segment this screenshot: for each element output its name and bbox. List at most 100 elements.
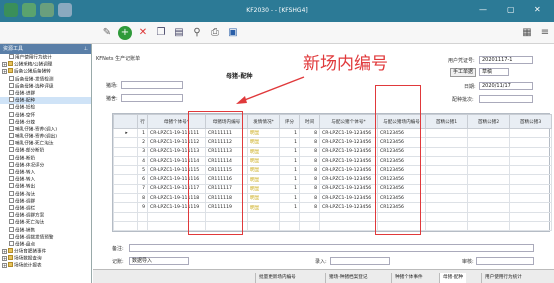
- table-row[interactable]: [113, 220, 552, 232]
- table-cell[interactable]: [509, 183, 552, 195]
- menu-icon[interactable]: ≡: [538, 26, 552, 40]
- table-row[interactable]: ▸ 1 CR-LPZC1-19-111111 CR111111 明显 1 8 CR-LPZC1…: [113, 127, 552, 139]
- sidebar-item[interactable]: 后备母猪-发情检测: [0, 75, 91, 83]
- column-header[interactable]: 行: [137, 114, 148, 129]
- sidebar-item[interactable]: 母猪-进群: [0, 89, 91, 97]
- table-row[interactable]: 2 CR-LPZC1-19-111112 CR111112 明显 1 8 CR-LPZC1-…: [113, 137, 552, 148]
- table-cell[interactable]: [509, 146, 552, 157]
- sidebar-item[interactable]: 母猪-销售: [0, 226, 91, 234]
- farm-field[interactable]: [121, 81, 183, 89]
- table-cell[interactable]: [509, 165, 552, 176]
- table-cell[interactable]: 8: [299, 202, 320, 213]
- table-cell[interactable]: [425, 183, 468, 195]
- batch-field[interactable]: [479, 95, 533, 103]
- table-cell[interactable]: [299, 220, 320, 232]
- export-icon[interactable]: ▦: [520, 26, 534, 40]
- table-cell[interactable]: CR-LPZC1-19-123456: [319, 127, 378, 139]
- user-voucher-field[interactable]: 20201117-1: [479, 56, 533, 64]
- table-cell[interactable]: [467, 202, 510, 213]
- table-cell[interactable]: [509, 127, 552, 139]
- table-cell[interactable]: 6: [137, 174, 148, 185]
- expand-icon[interactable]: +: [2, 263, 7, 269]
- table-cell[interactable]: 明显: [247, 202, 280, 213]
- manual-doc-button[interactable]: 手工单据: [450, 68, 476, 77]
- table-row[interactable]: 8 CR-LPZC1-19-111118 CR111118 明显 1 8 CR-LPZC1-…: [113, 193, 552, 204]
- sidebar-item[interactable]: 母猪-盘点: [0, 240, 91, 248]
- table-cell[interactable]: [467, 137, 510, 148]
- table-cell[interactable]: 1: [279, 146, 300, 157]
- table-cell[interactable]: 3: [137, 146, 148, 157]
- table-cell[interactable]: [247, 211, 280, 222]
- table-cell[interactable]: 8: [299, 193, 320, 204]
- delete-icon[interactable]: ✕: [136, 26, 150, 40]
- sidebar-item[interactable]: + 公猪采精/公猪调理: [0, 61, 91, 68]
- sidebar-item[interactable]: 用户使用行为统计: [0, 54, 91, 61]
- table-cell[interactable]: CR-LPZC1-19-123456: [319, 174, 378, 185]
- table-cell[interactable]: 5: [137, 165, 148, 176]
- sidebar-item[interactable]: 母猪-调拨发情预警: [0, 233, 91, 241]
- table-cell[interactable]: [467, 174, 510, 185]
- table-cell[interactable]: [319, 211, 378, 222]
- expand-icon[interactable]: +: [2, 69, 7, 75]
- table-cell[interactable]: [467, 183, 510, 195]
- tab-sow-breeding[interactable]: 母猪-配种: [439, 273, 467, 283]
- sidebar-item[interactable]: 哺乳仔猪-寄养(调入): [0, 125, 91, 133]
- table-cell[interactable]: [467, 193, 510, 204]
- table-cell[interactable]: [467, 220, 510, 232]
- table-cell[interactable]: [247, 220, 280, 232]
- sidebar-item[interactable]: 母猪-分娩: [0, 118, 91, 126]
- table-cell[interactable]: 明显: [247, 155, 280, 167]
- table-row[interactable]: 7 CR-LPZC1-19-111117 CR111117 明显 1 8 CR-LPZC1-…: [113, 183, 552, 195]
- minimize-button[interactable]: —: [479, 5, 487, 15]
- table-cell[interactable]: [137, 211, 148, 222]
- table-cell[interactable]: [425, 155, 468, 167]
- sidebar-item[interactable]: 母猪-体况评分: [0, 161, 91, 169]
- sidebar-item[interactable]: 母猪-妊检: [0, 104, 91, 111]
- table-cell[interactable]: CR-LPZC1-19-123456: [319, 146, 378, 157]
- table-cell[interactable]: 8: [299, 137, 320, 148]
- tab-breeding-register[interactable]: 猪场-种猪档案登记: [325, 273, 370, 283]
- table-cell[interactable]: 2: [137, 137, 148, 148]
- add-icon[interactable]: +: [118, 26, 132, 40]
- column-header[interactable]: 首精公猪2: [467, 114, 510, 129]
- table-cell[interactable]: 8: [137, 193, 148, 204]
- table-cell[interactable]: [467, 127, 510, 139]
- table-cell[interactable]: [509, 202, 552, 213]
- sidebar-item[interactable]: 母猪-部分断奶: [0, 147, 91, 154]
- table-cell[interactable]: 8: [299, 174, 320, 185]
- sidebar-item[interactable]: + 分场育肥猪事件: [0, 248, 91, 255]
- table-cell[interactable]: [425, 193, 468, 204]
- table-row[interactable]: 3 CR-LPZC1-19-111113 CR111113 明显 1 8 CR-LPZC1-…: [113, 146, 552, 157]
- table-cell[interactable]: [137, 220, 148, 232]
- table-cell[interactable]: 明显: [247, 174, 280, 185]
- expand-icon[interactable]: +: [2, 249, 7, 255]
- table-cell[interactable]: 7: [137, 183, 148, 195]
- sidebar-item[interactable]: 母猪-断奶: [0, 154, 91, 162]
- sidebar-item[interactable]: + 后备公猪后备猪转: [0, 68, 91, 75]
- sidebar-item[interactable]: 母猪-死亡淘汰: [0, 219, 91, 226]
- table-cell[interactable]: [425, 220, 468, 232]
- pin-icon[interactable]: ⊥: [84, 44, 88, 54]
- table-cell[interactable]: 明显: [247, 127, 280, 139]
- table-cell[interactable]: [425, 211, 468, 222]
- sidebar-item[interactable]: 母猪-调栏: [0, 204, 91, 212]
- table-cell[interactable]: 1: [279, 193, 300, 204]
- sidebar-item[interactable]: 母猪-转出: [0, 183, 91, 190]
- table-cell[interactable]: 9: [137, 202, 148, 213]
- table-cell[interactable]: 8: [299, 146, 320, 157]
- tab-batch-update[interactable]: 批量更新场内编号: [255, 273, 299, 283]
- table-cell[interactable]: [299, 211, 320, 222]
- tab-usage-stats[interactable]: 用户使用行为统计: [481, 273, 525, 283]
- table-cell[interactable]: [509, 211, 552, 222]
- column-header[interactable]: 首精公猪3: [509, 114, 552, 129]
- table-cell[interactable]: CR-LPZC1-19-123456: [319, 155, 378, 167]
- table-cell[interactable]: [509, 137, 552, 148]
- table-cell[interactable]: 8: [299, 165, 320, 176]
- search-icon[interactable]: ⚲: [190, 26, 204, 40]
- sidebar-item[interactable]: 母猪-转入: [0, 169, 91, 176]
- column-header[interactable]: 与配公猪个体号*: [319, 114, 378, 129]
- table-cell[interactable]: CR-LPZC1-19-123456: [319, 193, 378, 204]
- table-cell[interactable]: CR-LPZC1-19-123456: [319, 165, 378, 176]
- maximize-button[interactable]: ▢: [507, 5, 515, 15]
- note-field[interactable]: [129, 244, 534, 252]
